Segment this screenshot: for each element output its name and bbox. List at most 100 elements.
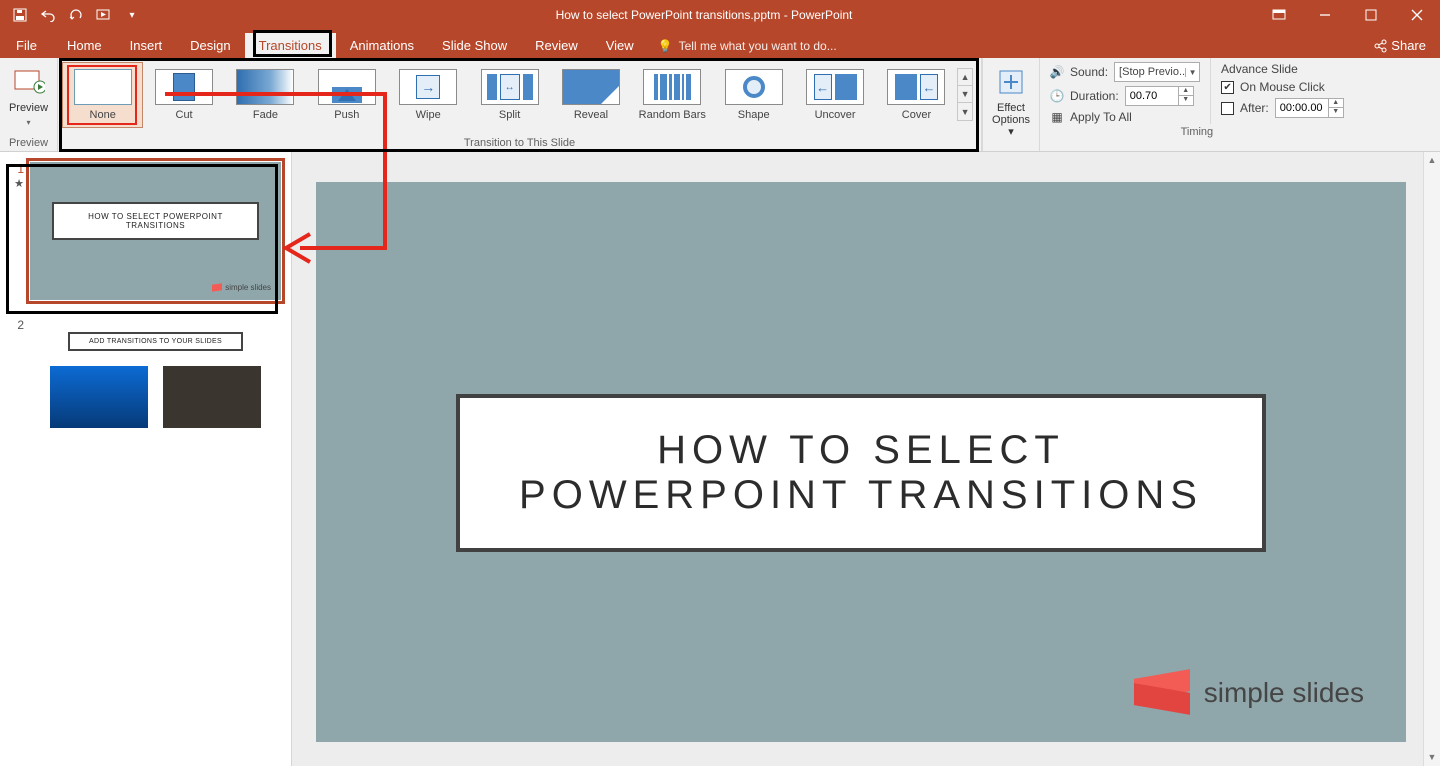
transition-none[interactable]: None	[62, 62, 143, 128]
quick-access-toolbar: ▾	[0, 7, 152, 23]
tell-me-search[interactable]: 💡 Tell me what you want to do...	[648, 34, 847, 58]
tab-home[interactable]: Home	[53, 33, 116, 58]
title-bar: ▾ How to select PowerPoint transitions.p…	[0, 0, 1440, 30]
thumb1-logo: simple slides	[212, 283, 271, 292]
checkbox-checked-icon: ✔	[1221, 81, 1234, 94]
duration-label: Duration:	[1070, 89, 1119, 103]
chevron-down-icon: ▾	[26, 118, 30, 127]
tab-animations[interactable]: Animations	[336, 33, 428, 58]
tell-me-placeholder: Tell me what you want to do...	[679, 39, 837, 53]
group-transition-label: Transition to This Slide	[58, 135, 981, 151]
effect-options-button[interactable]: Effect Options ▾	[989, 62, 1033, 138]
vertical-scrollbar[interactable]: ▲ ▼	[1423, 152, 1440, 766]
logo-text: simple slides	[1204, 677, 1364, 709]
tab-view[interactable]: View	[592, 33, 648, 58]
minimize-button[interactable]	[1302, 0, 1348, 30]
preview-button[interactable]: Preview ▾	[6, 62, 51, 127]
transition-split[interactable]: ↔Split	[469, 62, 550, 128]
gallery-more-icon[interactable]: ▼	[958, 103, 972, 120]
tab-slideshow[interactable]: Slide Show	[428, 33, 521, 58]
thumb-number-2: 2	[17, 318, 24, 332]
thumb2-title: ADD TRANSITIONS TO YOUR SLIDES	[68, 332, 243, 351]
gallery-down-icon[interactable]: ▼	[958, 86, 972, 103]
transition-cover[interactable]: ←Cover	[876, 62, 957, 128]
tab-review[interactable]: Review	[521, 33, 592, 58]
duration-spinner[interactable]: ▲▼	[1125, 86, 1194, 106]
sound-label: Sound:	[1070, 65, 1108, 79]
tab-file[interactable]: File	[0, 33, 53, 58]
effect-options-icon	[995, 66, 1027, 98]
spin-down-icon[interactable]: ▼	[1329, 108, 1343, 117]
thumbnail-1[interactable]: 1★ HOW TO SELECT POWERPOINT TRANSITIONS …	[10, 162, 281, 300]
lightbulb-icon: 💡	[658, 39, 673, 53]
after-spinner[interactable]: ▲▼	[1275, 98, 1344, 118]
share-label: Share	[1391, 38, 1426, 53]
thumb1-title: HOW TO SELECT POWERPOINT TRANSITIONS	[52, 202, 259, 240]
sound-row: 🔊 Sound: [Stop Previo...▼	[1050, 62, 1200, 82]
ribbon-tabs: File Home Insert Design Transitions Anim…	[0, 30, 1440, 58]
annotation-arrow-line-v	[383, 92, 387, 250]
share-icon	[1373, 39, 1387, 53]
scroll-down-icon[interactable]: ▼	[1424, 749, 1440, 766]
group-timing-label: Timing	[1040, 124, 1354, 140]
current-slide[interactable]: HOW TO SELECT POWERPOINT TRANSITIONS sim…	[316, 182, 1406, 742]
close-button[interactable]	[1394, 0, 1440, 30]
annotation-arrow-head	[282, 232, 312, 264]
gallery-scroll[interactable]: ▲▼▼	[957, 68, 973, 121]
effect-options-label: Effect Options ▾	[989, 102, 1033, 138]
save-icon[interactable]	[12, 7, 28, 23]
share-button[interactable]: Share	[1359, 33, 1440, 58]
annotation-arrow-line-h1	[165, 92, 387, 96]
apply-to-all-button[interactable]: ▦ Apply To All	[1050, 110, 1200, 124]
after-checkbox-row[interactable]: After: ▲▼	[1221, 98, 1344, 118]
thumb-number-1: 1	[17, 162, 24, 176]
slide-thumbnails-panel: 1★ HOW TO SELECT POWERPOINT TRANSITIONS …	[0, 152, 292, 766]
slide-canvas: HOW TO SELECT POWERPOINT TRANSITIONS sim…	[292, 152, 1440, 766]
gallery-up-icon[interactable]: ▲	[958, 69, 972, 86]
checkbox-unchecked-icon	[1221, 102, 1234, 115]
duration-row: 🕒 Duration: ▲▼	[1050, 86, 1200, 106]
slide-logo: simple slides	[1134, 674, 1364, 712]
transition-gallery: None Cut Fade Push →Wipe ↔Split Reveal R…	[58, 58, 981, 135]
clock-icon: 🕒	[1050, 89, 1064, 103]
advance-slide-heading: Advance Slide	[1221, 62, 1344, 76]
redo-icon[interactable]	[68, 7, 84, 23]
slide-title-text: HOW TO SELECT POWERPOINT TRANSITIONS	[490, 428, 1232, 518]
ribbon-display-icon[interactable]	[1256, 0, 1302, 30]
qat-customize-icon[interactable]: ▾	[124, 7, 140, 23]
tab-design[interactable]: Design	[176, 33, 244, 58]
spin-up-icon[interactable]: ▲	[1179, 87, 1193, 96]
animation-star-icon: ★	[14, 178, 24, 190]
chevron-down-icon: ▼	[1185, 68, 1199, 77]
thumbnail-2[interactable]: 2 ADD TRANSITIONS TO YOUR SLIDES	[10, 318, 281, 438]
maximize-button[interactable]	[1348, 0, 1394, 30]
start-from-beginning-icon[interactable]	[96, 7, 112, 23]
tab-transitions[interactable]: Transitions	[245, 33, 336, 58]
transition-wipe[interactable]: →Wipe	[388, 62, 469, 128]
transition-reveal[interactable]: Reveal	[550, 62, 631, 128]
scroll-up-icon[interactable]: ▲	[1424, 152, 1440, 169]
workspace: 1 ★ HOW TO SELECT POWERPOINT TRANSITIONS …	[0, 152, 1440, 766]
transition-uncover[interactable]: ←Uncover	[794, 62, 875, 128]
annotation-arrow-line-h2	[300, 246, 387, 250]
spin-up-icon[interactable]: ▲	[1329, 99, 1343, 108]
sound-combo[interactable]: [Stop Previo...▼	[1114, 62, 1200, 82]
thumb2-image-1	[50, 366, 148, 428]
apply-all-label: Apply To All	[1070, 110, 1132, 124]
apply-all-icon: ▦	[1050, 110, 1064, 124]
preview-icon	[13, 66, 45, 98]
window-title: How to select PowerPoint transitions.ppt…	[152, 8, 1256, 22]
preview-label: Preview	[9, 102, 48, 114]
on-mouse-click-checkbox[interactable]: ✔ On Mouse Click	[1221, 80, 1344, 94]
spin-down-icon[interactable]: ▼	[1179, 96, 1193, 105]
sound-icon: 🔊	[1050, 65, 1064, 79]
thumb2-image-2	[163, 366, 261, 428]
logo-icon	[1134, 674, 1190, 712]
ribbon: Preview ▾ Preview None Cut Fade Push →Wi…	[0, 58, 1440, 152]
transition-shape[interactable]: Shape	[713, 62, 794, 128]
group-preview-label: Preview	[0, 135, 57, 151]
undo-icon[interactable]	[40, 7, 56, 23]
slide-title-box[interactable]: HOW TO SELECT POWERPOINT TRANSITIONS	[456, 394, 1266, 552]
transition-random-bars[interactable]: Random Bars	[632, 62, 713, 128]
tab-insert[interactable]: Insert	[116, 33, 177, 58]
